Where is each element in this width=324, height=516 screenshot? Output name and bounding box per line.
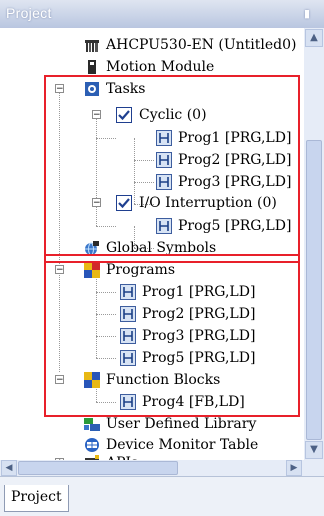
tab-project[interactable]: Project xyxy=(4,485,69,512)
plc-device-icon xyxy=(85,40,99,52)
scroll-up-icon[interactable]: ▲ xyxy=(305,29,323,47)
tree-item-apis[interactable]: + APIs xyxy=(0,452,304,460)
pin-icon[interactable]: ▮ xyxy=(304,7,310,20)
tree-item-label: AHCPU530-EN (Untitled0) xyxy=(106,37,297,53)
project-tree: AHCPU530-EN (Untitled0) Motion Module − … xyxy=(0,28,304,460)
tree-item-label: APIs xyxy=(106,452,138,460)
panel-title: Project xyxy=(6,5,52,21)
vertical-scrollbar[interactable]: ▲ ▼ xyxy=(304,28,324,460)
scroll-down-icon[interactable]: ▼ xyxy=(305,441,323,459)
monitor-table-icon xyxy=(85,438,99,452)
scroll-right-icon[interactable]: ▶ xyxy=(286,460,302,476)
vertical-scroll-thumb[interactable] xyxy=(306,140,322,440)
highlight-box-programs xyxy=(44,254,300,417)
scroll-left-icon[interactable]: ◀ xyxy=(1,460,17,476)
library-icon xyxy=(84,418,100,431)
horizontal-scrollbar[interactable]: ◀ ▶ xyxy=(0,460,304,476)
horizontal-scroll-thumb[interactable] xyxy=(18,461,178,475)
panel-tab-bar: Project xyxy=(0,476,324,516)
panel-title-bar: Project ▮ xyxy=(0,0,324,28)
scrollbar-corner xyxy=(304,460,324,476)
tree-item-device[interactable]: AHCPU530-EN (Untitled0) xyxy=(0,34,304,56)
motion-module-icon xyxy=(88,60,96,74)
highlight-box-tasks xyxy=(44,75,300,263)
